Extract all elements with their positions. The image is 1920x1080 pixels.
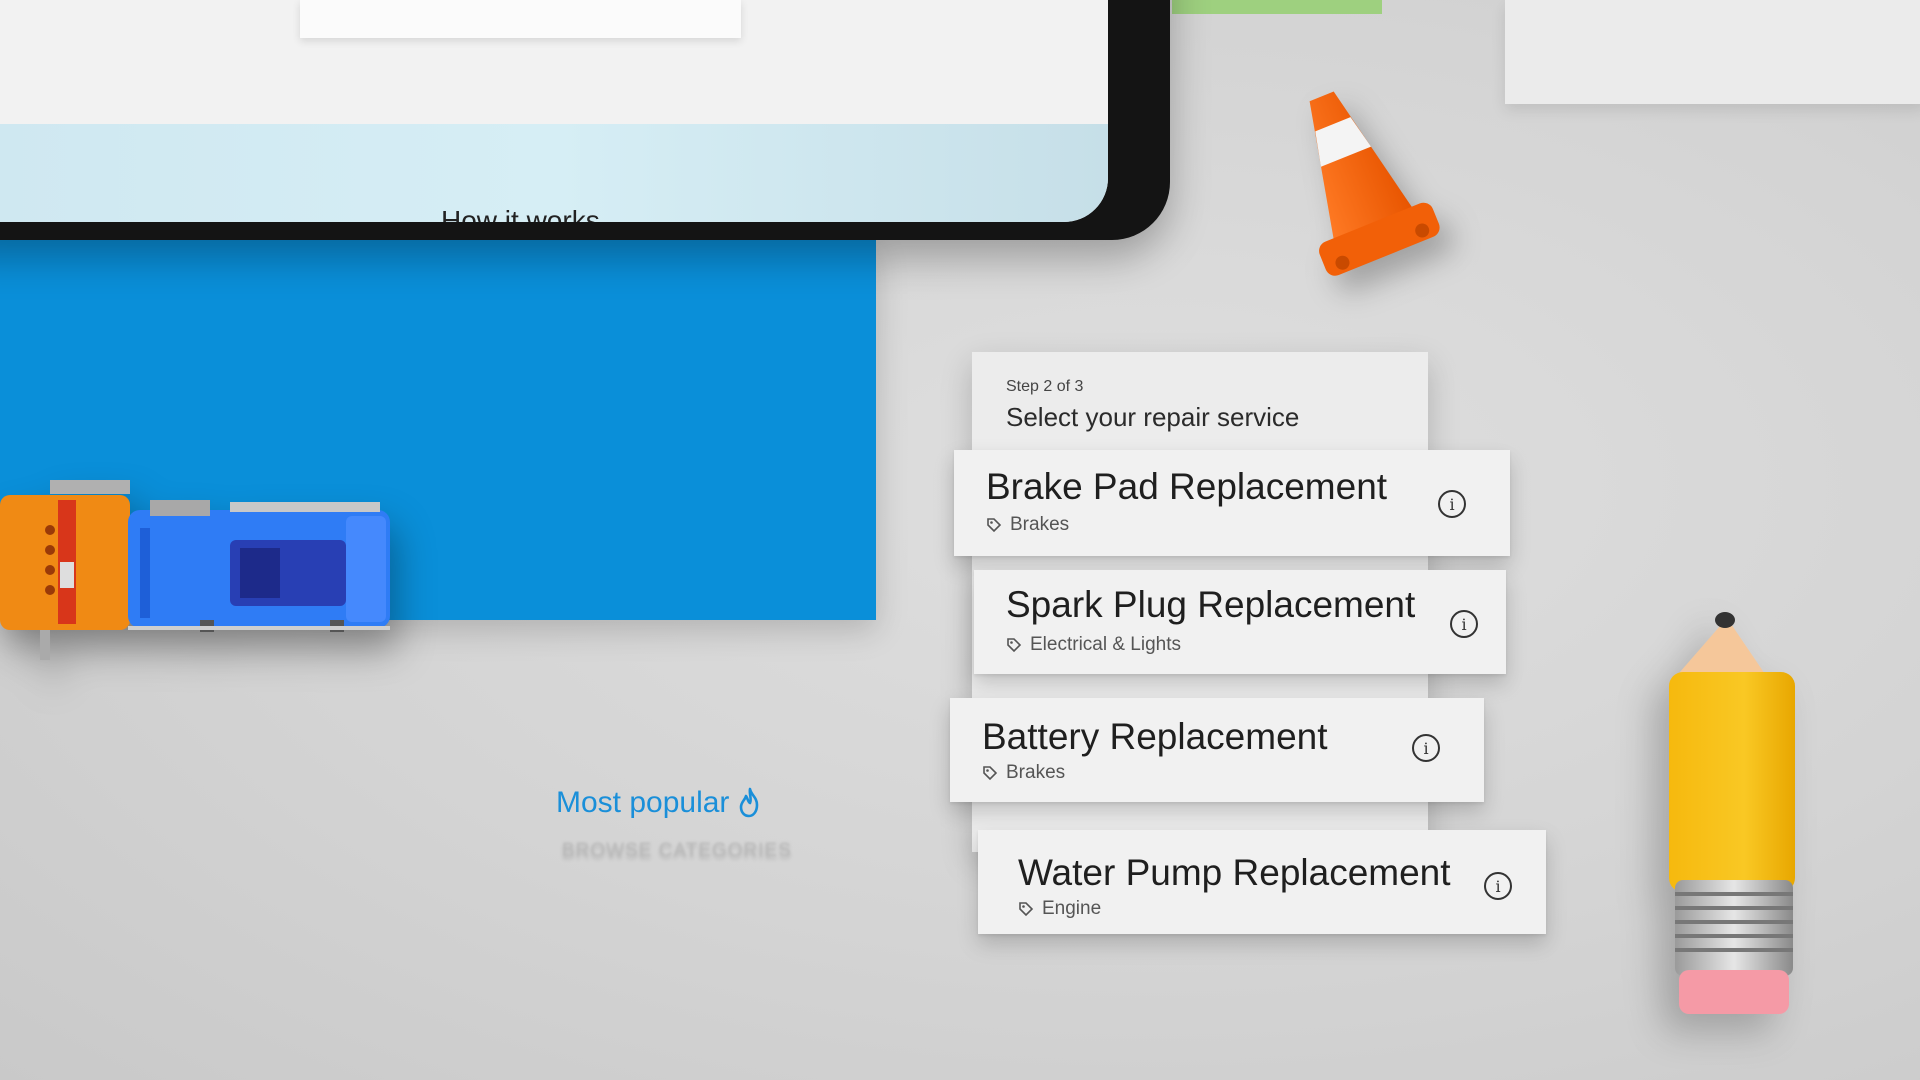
traffic-cone-icon bbox=[1270, 78, 1450, 282]
service-card-battery[interactable]: Battery Replacement Brakes i bbox=[950, 698, 1484, 802]
scene: How it works Most popular BROWSE CATEGOR… bbox=[0, 0, 1920, 1080]
service-category-label: Engine bbox=[1042, 898, 1102, 919]
service-name: Water Pump Replacement bbox=[1018, 852, 1451, 893]
info-icon[interactable]: i bbox=[1438, 490, 1466, 518]
pencil-icon bbox=[1665, 610, 1805, 1024]
info-icon[interactable]: i bbox=[1412, 734, 1440, 762]
most-popular-label: Most popular bbox=[556, 786, 730, 819]
step-indicator: Step 2 of 3 bbox=[1006, 378, 1084, 395]
tag-icon bbox=[987, 518, 1002, 533]
tablet-screen: How it works bbox=[0, 0, 1108, 222]
service-category: Electrical & Lights bbox=[1006, 634, 1181, 656]
service-name: Battery Replacement bbox=[982, 716, 1328, 757]
service-category-label: Electrical & Lights bbox=[1030, 634, 1182, 655]
service-name: Brake Pad Replacement bbox=[986, 466, 1388, 507]
tag-icon bbox=[1019, 902, 1034, 917]
service-category: Brakes bbox=[982, 762, 1065, 784]
service-card-brake-pad[interactable]: Brake Pad Replacement Brakes i bbox=[954, 450, 1510, 556]
service-card-water-pump[interactable]: Water Pump Replacement Engine i bbox=[978, 830, 1546, 934]
step-header: Step 2 of 3 Select your repair service bbox=[1006, 378, 1299, 433]
info-icon[interactable]: i bbox=[1450, 610, 1478, 638]
step-title: Select your repair service bbox=[1006, 402, 1300, 432]
service-category-label: Brakes bbox=[1010, 514, 1070, 535]
service-name: Spark Plug Replacement bbox=[1006, 584, 1416, 625]
tablet-card bbox=[300, 0, 741, 38]
most-popular-sublabel: BROWSE CATEGORIES bbox=[562, 840, 792, 861]
flame-icon bbox=[740, 787, 759, 818]
toy-truck-icon bbox=[0, 470, 420, 674]
most-popular-link[interactable]: Most popular bbox=[556, 786, 763, 820]
tag-icon bbox=[1007, 638, 1022, 653]
service-category: Engine bbox=[1018, 898, 1101, 920]
service-card-spark-plug[interactable]: Spark Plug Replacement Electrical & Ligh… bbox=[974, 570, 1506, 674]
info-icon[interactable]: i bbox=[1484, 872, 1512, 900]
tablet-device: How it works bbox=[0, 0, 1170, 240]
green-sticky-strip bbox=[1172, 0, 1382, 14]
tablet-heading: How it works bbox=[441, 205, 600, 222]
tag-icon bbox=[983, 766, 998, 781]
service-category: Brakes bbox=[986, 514, 1069, 536]
service-category-label: Brakes bbox=[1006, 762, 1066, 783]
background-paper bbox=[1505, 0, 1920, 104]
